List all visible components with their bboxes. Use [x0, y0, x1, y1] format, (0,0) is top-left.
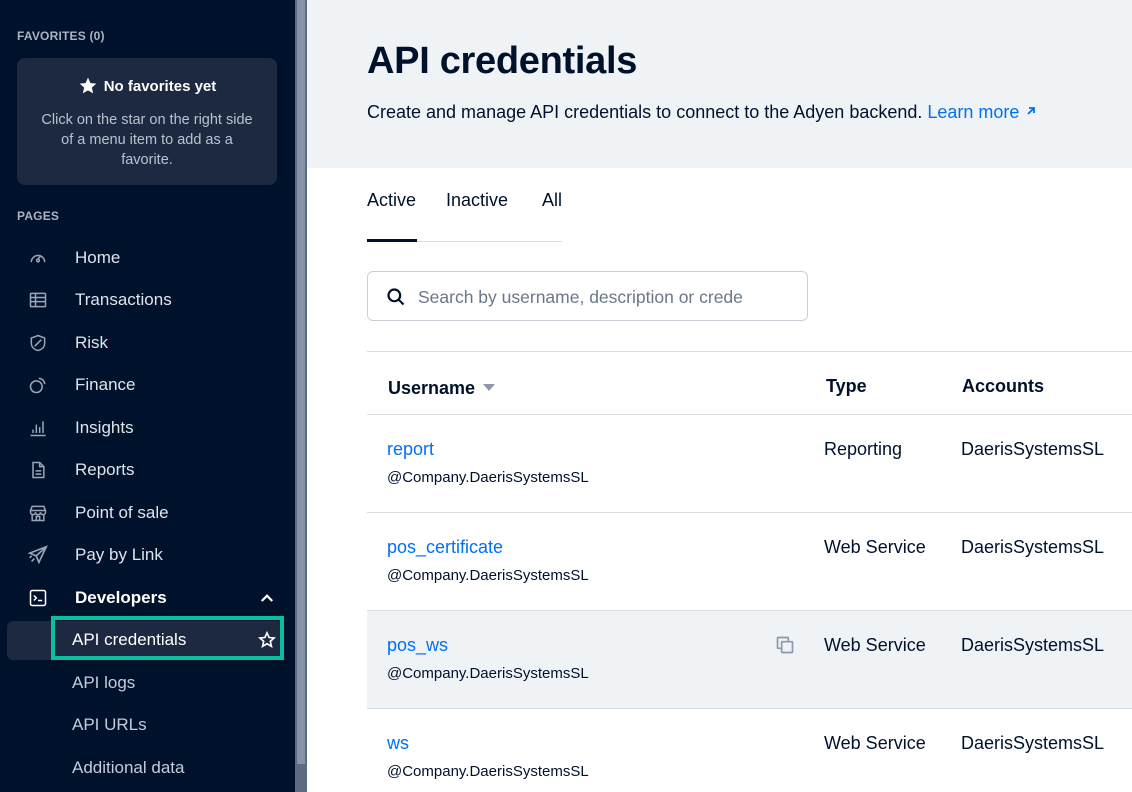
favorites-empty-title: No favorites yet: [103, 77, 217, 95]
favorites-empty-hint: Click on the star on the right side of a…: [41, 112, 253, 168]
column-header-accounts: Accounts: [962, 376, 1045, 396]
paper-plane-icon: [27, 544, 49, 566]
sidebar-subitem-api-logs[interactable]: API logs: [0, 663, 295, 703]
username-link[interactable]: report: [387, 439, 434, 460]
sidebar-item-label: Reports: [75, 460, 135, 479]
status-tabs: Active Inactive All: [367, 190, 562, 242]
username-link[interactable]: pos_ws: [387, 635, 448, 656]
learn-more-label: Learn more: [927, 102, 1020, 122]
dashboard-icon: [27, 247, 49, 269]
credential-type: Web Service: [824, 733, 926, 753]
account-name: DaerisSystemsSL: [961, 635, 1105, 655]
search-box: [367, 271, 808, 321]
sidebar-subitem-label: API logs: [72, 673, 136, 692]
bar-chart-icon: [27, 417, 49, 439]
sidebar-item-home[interactable]: Home: [0, 238, 295, 278]
sidebar-item-risk[interactable]: Risk: [0, 323, 295, 363]
page-header: API credentials Create and manage API cr…: [307, 0, 1132, 168]
copy-icon[interactable]: [775, 635, 795, 655]
company-account: @Company.DaerisSystemsSL: [387, 665, 589, 682]
company-account: @Company.DaerisSystemsSL: [387, 469, 589, 486]
sidebar-item-label: Transactions: [75, 290, 172, 309]
tab-label: All: [542, 190, 563, 210]
table-row[interactable]: pos_certificate @Company.DaerisSystemsSL…: [367, 513, 1132, 611]
favorites-empty-box: No favorites yet Click on the star on th…: [17, 58, 277, 185]
sidebar-scrollbar[interactable]: [295, 0, 307, 792]
favorite-star-icon[interactable]: [258, 631, 276, 649]
external-link-icon: [1027, 107, 1036, 115]
credential-type: Reporting: [824, 439, 903, 459]
sidebar-item-insights[interactable]: Insights: [0, 408, 295, 448]
page-title: API credentials: [367, 40, 638, 82]
sidebar-item-label: Point of sale: [75, 503, 169, 522]
sidebar-item-point-of-sale[interactable]: Point of sale: [0, 493, 295, 533]
sidebar-item-reports[interactable]: Reports: [0, 450, 295, 490]
table-row[interactable]: pos_ws @Company.DaerisSystemsSL Web Serv…: [367, 611, 1132, 709]
tab-active[interactable]: Active: [367, 190, 417, 242]
learn-more-link[interactable]: Learn more: [927, 102, 1037, 122]
sidebar-subitem-label: Additional data: [72, 758, 185, 777]
sidebar-item-label: Risk: [75, 333, 109, 352]
store-icon: [27, 502, 49, 524]
sidebar-scrollbar-thumb[interactable]: [297, 0, 305, 764]
sidebar-subitem-additional-data[interactable]: Additional data: [0, 748, 295, 788]
pages-section-label: PAGES: [17, 209, 60, 223]
tab-inactive[interactable]: Inactive: [446, 190, 508, 242]
sort-caret-icon: [483, 384, 496, 391]
sidebar-item-label: Insights: [75, 418, 134, 437]
sidebar-subitem-api-credentials[interactable]: API credentials: [0, 620, 295, 660]
username-link[interactable]: ws: [387, 733, 409, 754]
tab-all[interactable]: All: [542, 190, 562, 242]
sidebar-subitem-label: API URLs: [72, 715, 147, 734]
page-description-text: Create and manage API credentials to con…: [367, 102, 923, 122]
table-icon: [27, 289, 49, 311]
sidebar-subitem-label: API credentials: [72, 630, 187, 649]
sidebar-item-pay-by-link[interactable]: Pay by Link: [0, 535, 295, 575]
tab-label: Active: [367, 190, 417, 210]
sidebar-item-developers[interactable]: Developers: [0, 578, 295, 618]
sidebar-item-label: Finance: [75, 375, 136, 394]
table-row[interactable]: ws @Company.DaerisSystemsSL Web Service …: [367, 709, 1132, 792]
chevron-up-icon[interactable]: [258, 589, 276, 607]
tab-label: Inactive: [446, 190, 509, 210]
shield-icon: [27, 332, 49, 354]
table-row[interactable]: report @Company.DaerisSystemsSL Reportin…: [367, 415, 1132, 513]
search-input[interactable]: [418, 284, 798, 310]
sidebar: FAVORITES (0) No favorites yet Click on …: [0, 0, 295, 792]
page-description: Create and manage API credentials to con…: [367, 102, 1037, 123]
sidebar-item-label: Developers: [75, 588, 167, 607]
account-name: DaerisSystemsSL: [961, 439, 1105, 459]
company-account: @Company.DaerisSystemsSL: [387, 763, 589, 780]
credential-type: Web Service: [824, 635, 926, 655]
credential-type: Web Service: [824, 537, 926, 557]
column-header-type: Type: [826, 376, 867, 396]
finance-icon: [27, 374, 49, 396]
main-content: API credentials Create and manage API cr…: [307, 0, 1132, 792]
column-header-username[interactable]: Username: [388, 378, 496, 399]
document-icon: [27, 459, 49, 481]
terminal-icon: [27, 587, 49, 609]
table-header: Username Type Accounts: [367, 351, 1132, 415]
account-name: DaerisSystemsSL: [961, 537, 1105, 557]
account-name: DaerisSystemsSL: [961, 733, 1105, 753]
sidebar-subitem-api-urls[interactable]: API URLs: [0, 705, 295, 745]
favorites-section-label: FAVORITES (0): [17, 29, 105, 43]
sidebar-item-label: Pay by Link: [75, 545, 163, 564]
sidebar-item-finance[interactable]: Finance: [0, 365, 295, 405]
search-icon: [387, 288, 405, 306]
company-account: @Company.DaerisSystemsSL: [387, 567, 589, 584]
star-icon: [79, 77, 97, 94]
username-link[interactable]: pos_certificate: [387, 537, 503, 558]
column-header-label: Username: [388, 378, 476, 398]
sidebar-item-transactions[interactable]: Transactions: [0, 280, 295, 320]
sidebar-item-label: Home: [75, 248, 121, 267]
